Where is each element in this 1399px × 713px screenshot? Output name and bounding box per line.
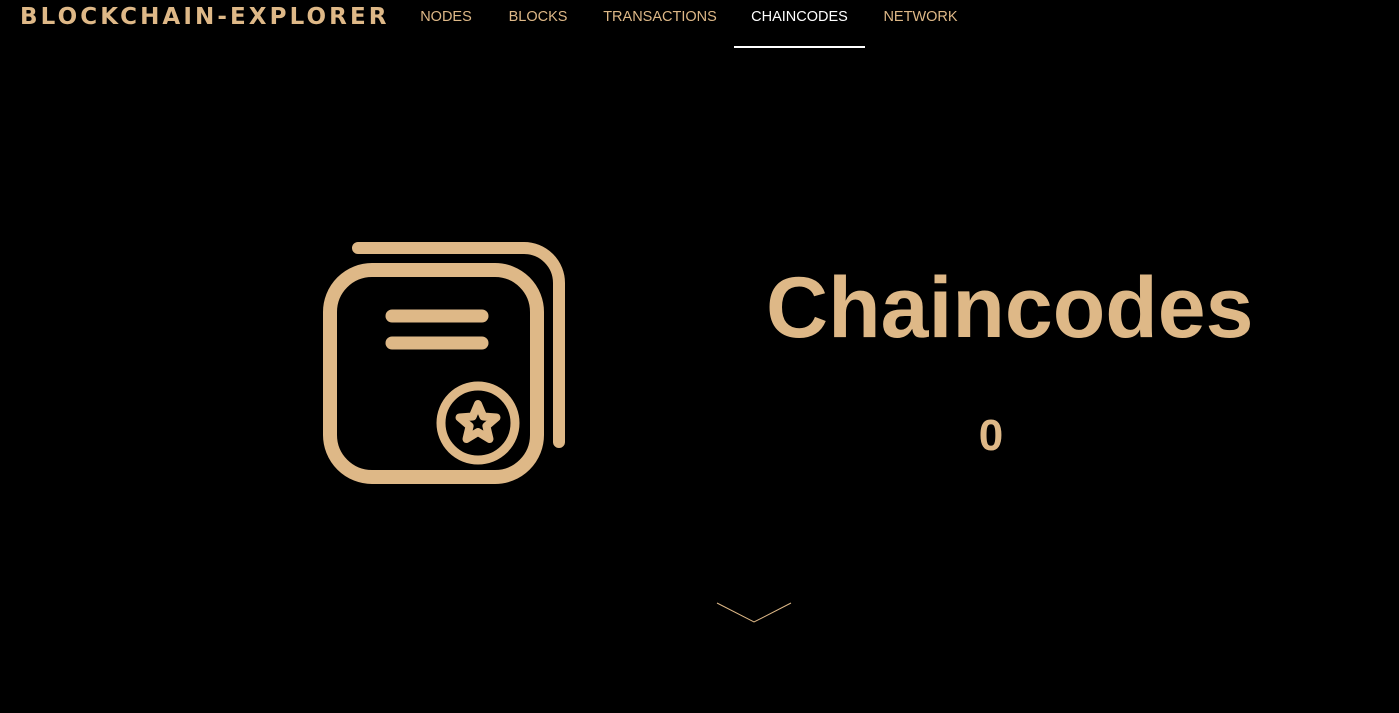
top-navbar: BLOCKCHAIN-EXPLORER NODES BLOCKS TRANSAC… xyxy=(0,0,1399,48)
brand-logo[interactable]: BLOCKCHAIN-EXPLORER xyxy=(20,4,390,30)
chaincodes-count: 0 xyxy=(978,411,1004,460)
nav-item-network[interactable]: NETWORK xyxy=(873,0,968,48)
nav-item-blocks[interactable]: BLOCKS xyxy=(496,0,580,48)
nav-item-nodes[interactable]: NODES xyxy=(408,0,484,48)
section-title: Chaincodes xyxy=(766,260,1254,356)
nav-item-label: NETWORK xyxy=(883,9,958,25)
nav-item-chaincodes[interactable]: CHAINCODES xyxy=(734,0,865,48)
nav-item-transactions[interactable]: TRANSACTIONS xyxy=(592,0,728,48)
certificate-document-icon xyxy=(318,236,572,490)
chevron-down-icon[interactable] xyxy=(716,601,792,625)
nav-item-label: TRANSACTIONS xyxy=(603,9,717,25)
nav-item-label: NODES xyxy=(420,9,472,25)
nav-item-label: BLOCKS xyxy=(508,9,568,25)
nav-item-label: CHAINCODES xyxy=(751,9,848,25)
